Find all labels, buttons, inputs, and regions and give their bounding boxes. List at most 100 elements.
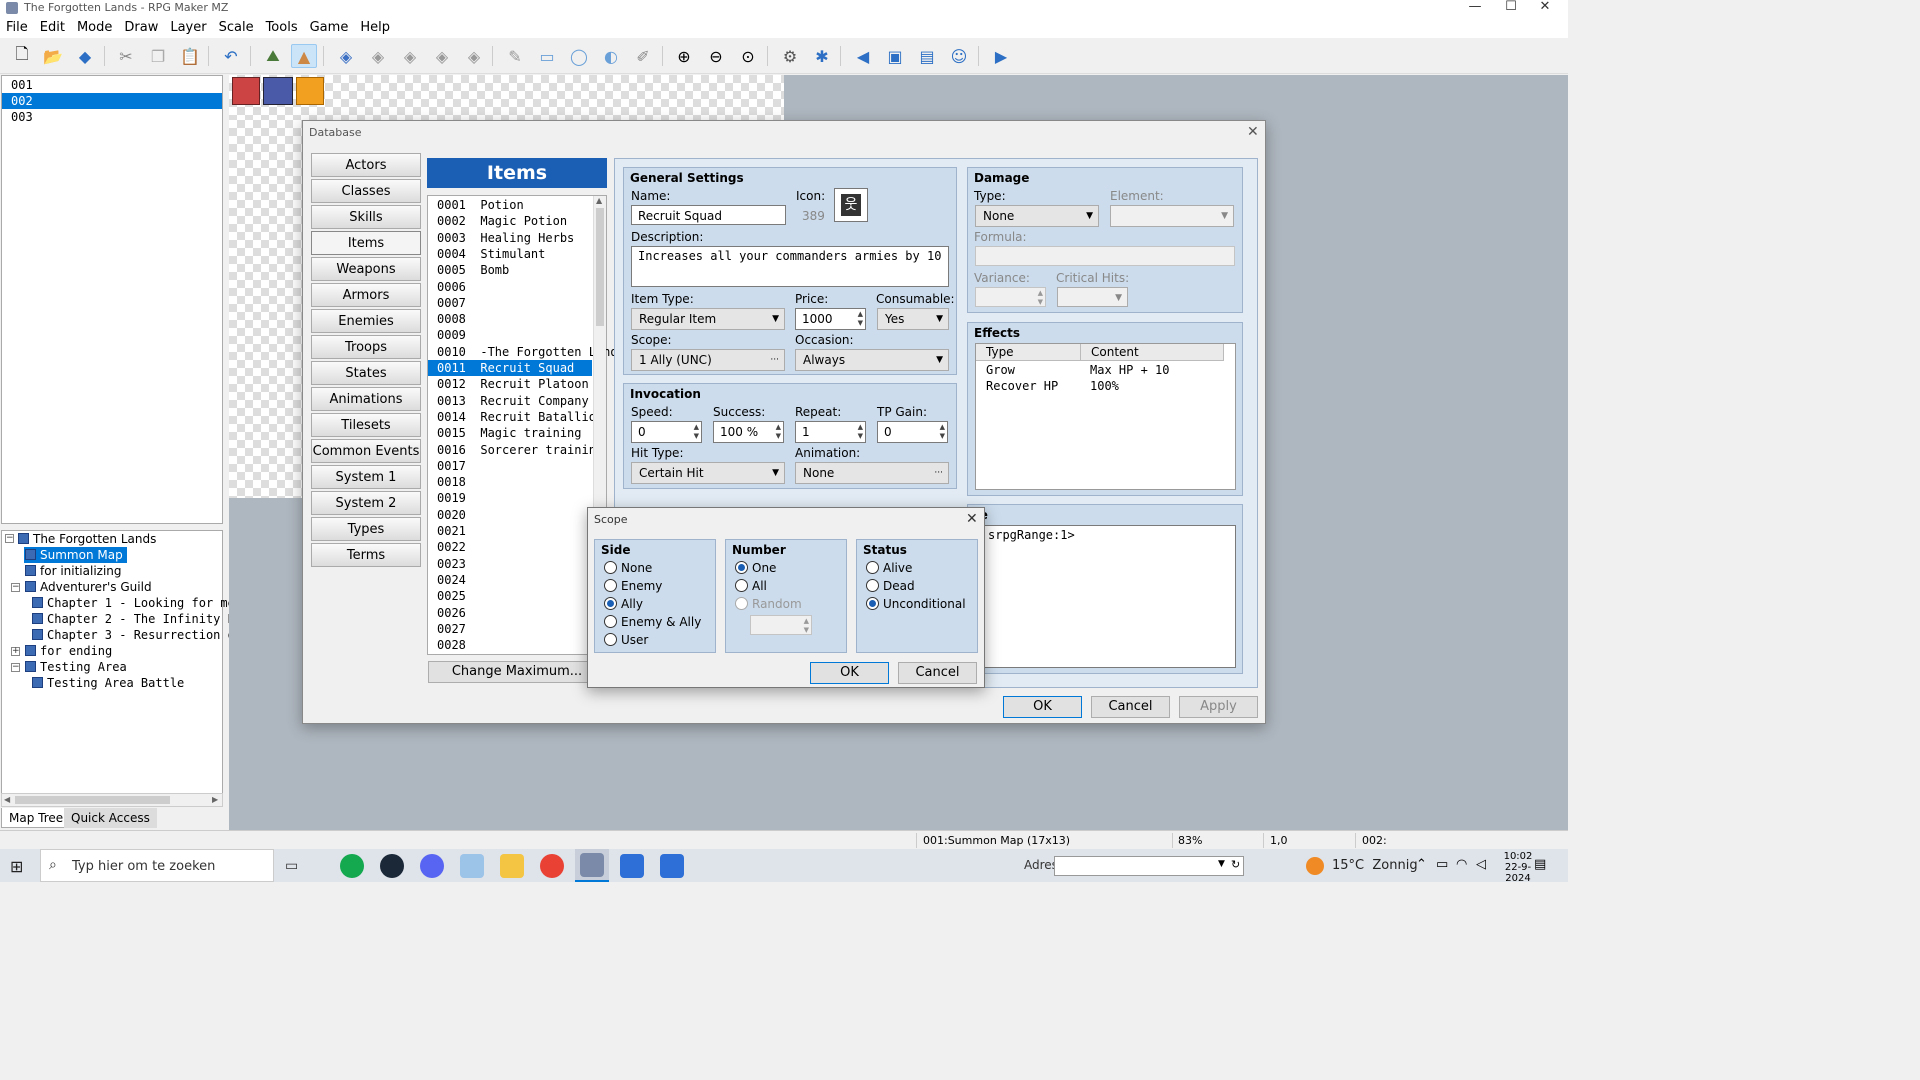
table-row[interactable]: Recover HP 100% xyxy=(976,378,1234,394)
refresh-icon[interactable]: ↻ xyxy=(1231,858,1240,871)
list-item[interactable]: 0002 Magic Potion xyxy=(428,213,592,229)
monster-sprite-icon[interactable] xyxy=(263,77,293,105)
category-states[interactable]: States xyxy=(311,361,421,385)
weather-text[interactable]: 15°C Zonnig xyxy=(1332,858,1418,873)
list-item[interactable]: 003 xyxy=(2,109,222,125)
list-item[interactable]: 0010 -The Forgotten Lands- xyxy=(428,344,632,360)
menu-help[interactable]: Help xyxy=(354,18,396,38)
number-one-radio[interactable]: One xyxy=(734,560,776,576)
category-classes[interactable]: Classes xyxy=(311,179,421,203)
spinner-icon[interactable]: ▲ ▼ xyxy=(804,617,809,635)
list-item[interactable]: 0007 xyxy=(428,295,592,311)
tree-item[interactable]: Summon Map xyxy=(24,547,127,563)
volume-icon[interactable]: ◁ xyxy=(1476,857,1486,872)
list-item[interactable]: 0026 xyxy=(428,605,592,621)
list-item[interactable]: 0013 Recruit Company xyxy=(428,393,592,409)
list-item[interactable]: 0003 Healing Herbs xyxy=(428,230,592,246)
list-item[interactable]: 0008 xyxy=(428,311,592,327)
items-list[interactable]: 0001 Potion 0002 Magic Potion 0003 Healing… xyxy=(427,195,632,655)
app-icon[interactable] xyxy=(620,854,644,878)
status-dead-radio[interactable]: Dead xyxy=(865,578,915,594)
tree-item[interactable]: Testing Area xyxy=(24,659,127,675)
undo-icon[interactable]: ↶ xyxy=(218,44,244,68)
scope-cancel-button[interactable]: Cancel xyxy=(898,662,977,684)
fire-sprite-icon[interactable] xyxy=(296,77,324,105)
category-system-2[interactable]: System 2 xyxy=(311,491,421,515)
rectangle-icon[interactable]: ▭ xyxy=(534,44,560,68)
spinner-icon[interactable]: ▲ ▼ xyxy=(694,423,699,441)
collapse-icon[interactable]: − xyxy=(5,534,14,543)
pencil-icon[interactable]: ✎ xyxy=(502,44,528,68)
list-item[interactable]: 0011 Recruit Squad xyxy=(428,360,592,376)
scrollbar-thumb[interactable] xyxy=(596,208,604,326)
critical-hits-select[interactable]: ▼ xyxy=(1057,287,1128,307)
expand-icon[interactable]: + xyxy=(11,647,20,656)
list-item[interactable]: 0009 xyxy=(428,327,592,343)
list-item[interactable]: 0021 xyxy=(428,523,592,539)
occasion-select[interactable]: Always ▼ xyxy=(795,349,949,371)
category-terms[interactable]: Terms xyxy=(311,543,421,567)
menu-draw[interactable]: Draw xyxy=(118,18,164,38)
list-item[interactable]: 0022 xyxy=(428,539,592,555)
playtest-icon[interactable]: ▶ xyxy=(988,44,1014,68)
list-item[interactable]: 0014 Recruit Batallion xyxy=(428,409,603,425)
number-random-radio[interactable]: Random xyxy=(734,596,802,612)
scroll-right-icon[interactable]: ▶ xyxy=(212,795,218,804)
name-field[interactable]: Recruit Squad xyxy=(631,205,786,225)
hero-sprite-icon[interactable] xyxy=(232,77,260,105)
scroll-up-icon[interactable]: ▲ xyxy=(596,196,602,205)
list-item[interactable]: 0015 Magic training xyxy=(428,425,592,441)
side-none-radio[interactable]: None xyxy=(603,560,652,576)
close-icon[interactable]: ✕ xyxy=(1247,124,1259,140)
consumable-select[interactable]: Yes ▼ xyxy=(877,308,949,330)
paste-icon[interactable]: 📋 xyxy=(177,44,203,68)
category-enemies[interactable]: Enemies xyxy=(311,309,421,333)
tree-item[interactable]: The Forgotten Lands xyxy=(17,531,156,547)
icon-picker[interactable]: 웃 xyxy=(834,188,868,222)
event-mode-icon[interactable]: ▲ xyxy=(291,44,317,68)
list-item[interactable]: 0019 xyxy=(428,490,592,506)
ok-button[interactable]: OK xyxy=(1003,696,1082,718)
category-common-events[interactable]: Common Events xyxy=(311,439,421,463)
chevron-down-icon[interactable]: ▼ xyxy=(1218,859,1225,869)
variance-field[interactable]: ▲ ▼ xyxy=(975,287,1046,307)
database-icon[interactable]: ⚙ xyxy=(777,44,803,68)
weather-icon[interactable] xyxy=(1306,857,1324,875)
price-field[interactable]: 1000 ▲ ▼ xyxy=(795,308,866,330)
menu-layer[interactable]: Layer xyxy=(164,18,212,38)
task-view-icon[interactable]: ▭ xyxy=(285,858,298,874)
spinner-icon[interactable]: ▲ ▼ xyxy=(858,310,863,328)
list-item[interactable]: 0006 xyxy=(428,279,592,295)
zoom-in-icon[interactable]: ⊕ xyxy=(671,44,697,68)
menu-edit[interactable]: Edit xyxy=(34,18,71,38)
search-box[interactable]: ⌕ Typ hier om te zoeken xyxy=(40,849,274,882)
note-field[interactable]: srpgRange:1> xyxy=(975,525,1236,668)
menu-file[interactable]: File xyxy=(0,18,34,38)
category-items[interactable]: Items xyxy=(311,231,421,255)
hit-type-select[interactable]: Certain Hit ▼ xyxy=(631,462,785,484)
category-tilesets[interactable]: Tilesets xyxy=(311,413,421,437)
item-type-select[interactable]: Regular Item ▼ xyxy=(631,308,785,330)
effects-table[interactable]: Type Content Grow Max HP + 10 Recover HP… xyxy=(975,343,1236,490)
menu-game[interactable]: Game xyxy=(304,18,355,38)
list-item[interactable]: 0004 Stimulant xyxy=(428,246,592,262)
collapse-icon[interactable]: − xyxy=(11,663,20,672)
category-troops[interactable]: Troops xyxy=(311,335,421,359)
discord-icon[interactable] xyxy=(420,854,444,878)
fill-icon[interactable]: ◐ xyxy=(598,44,624,68)
list-item[interactable]: 0005 Bomb xyxy=(428,262,592,278)
cut-icon[interactable]: ✂ xyxy=(113,44,139,68)
rpgmaker-taskbar-button[interactable] xyxy=(575,849,609,882)
save-project-icon[interactable]: ◆ xyxy=(72,44,98,68)
layer-auto-icon[interactable]: ◈ xyxy=(461,44,487,68)
animation-select[interactable]: None ··· xyxy=(795,462,949,484)
event-searcher-icon[interactable]: ▣ xyxy=(882,44,908,68)
ellipse-icon[interactable]: ◯ xyxy=(566,44,592,68)
app-icon[interactable] xyxy=(660,854,684,878)
menu-mode[interactable]: Mode xyxy=(71,18,118,38)
scope-select[interactable]: 1 Ally (UNC) ··· xyxy=(631,349,785,371)
category-types[interactable]: Types xyxy=(311,517,421,541)
category-weapons[interactable]: Weapons xyxy=(311,257,421,281)
side-enemy-ally-radio[interactable]: Enemy & Ally xyxy=(603,614,701,630)
chevron-up-icon[interactable]: ⌃ xyxy=(1416,857,1427,872)
